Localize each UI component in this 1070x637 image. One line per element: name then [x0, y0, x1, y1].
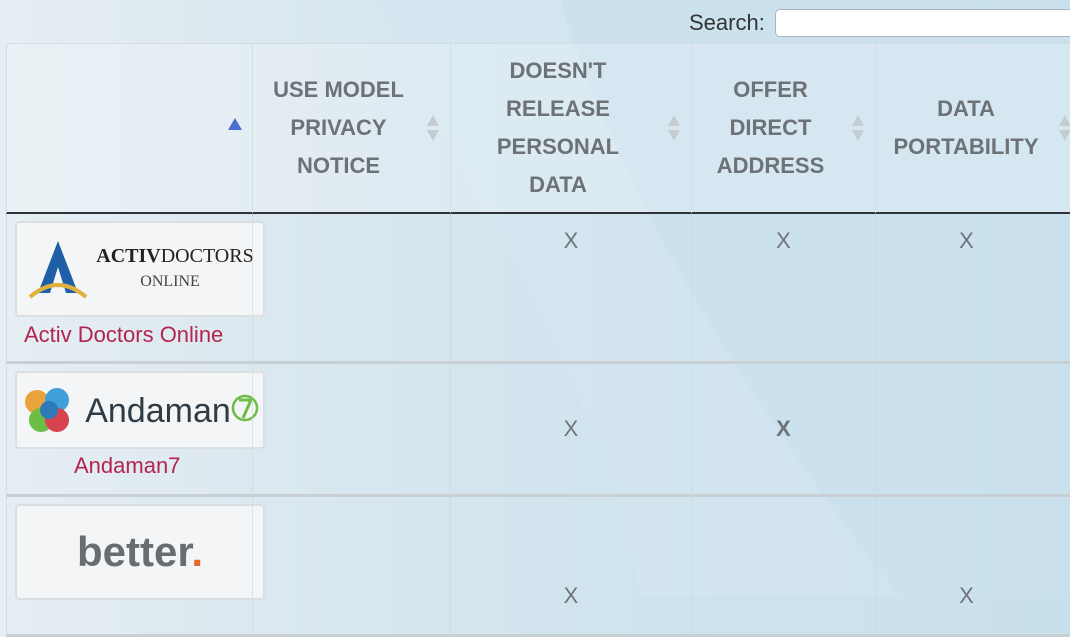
app-logo[interactable]: ACTIVDOCTORS ONLINE — [15, 221, 265, 317]
x-mark: X — [563, 228, 579, 253]
app-logo[interactable]: better. — [15, 504, 265, 600]
cell-model-privacy-notice — [252, 214, 450, 364]
search-area: Search: — [689, 6, 1070, 40]
column-header-label: OFFER DIRECT ADDRESS — [716, 77, 825, 178]
app-cell: better. — [6, 497, 265, 637]
column-header-direct-address[interactable]: OFFER DIRECT ADDRESS — [691, 43, 875, 214]
x-mark: X — [776, 228, 791, 253]
cell-model-privacy-notice — [252, 364, 450, 497]
cell-direct-address — [691, 497, 875, 637]
table-row: better. X X — [6, 497, 1070, 637]
app-link[interactable]: Activ Doctors Online — [24, 322, 223, 347]
andaman7-logo-icon — [25, 388, 70, 432]
column-header-model-privacy-notice[interactable]: USE MODEL PRIVACY NOTICE — [252, 43, 450, 214]
activdoctors-wordmark: ACTIVDOCTORS ONLINE — [96, 245, 254, 290]
app-cell: Andaman Andaman7 — [6, 364, 265, 497]
header-row: USE MODEL PRIVACY NOTICE DOESN'T RELEASE… — [6, 43, 1070, 214]
cell-model-privacy-notice — [252, 497, 450, 637]
cell-data-portability: X — [875, 497, 1070, 637]
sort-icon — [427, 115, 439, 141]
cell-no-release-personal-data: X — [450, 214, 691, 364]
column-header-data-portability[interactable]: DATA PORTABILITY — [875, 43, 1070, 214]
cell-direct-address: X — [691, 364, 875, 497]
app-logo[interactable]: Andaman — [15, 371, 265, 449]
sort-icon — [668, 115, 680, 141]
cell-data-portability: X — [875, 214, 1070, 364]
table-row: ACTIVDOCTORS ONLINE Activ Doctors Online… — [6, 214, 1070, 364]
andaman7-wordmark: Andaman — [85, 390, 259, 431]
column-header-label: DOESN'T RELEASE PERSONAL DATA — [496, 58, 620, 197]
column-header-app[interactable] — [6, 43, 252, 214]
x-mark: X — [959, 228, 974, 253]
search-input[interactable] — [774, 9, 1070, 37]
app-cell: ACTIVDOCTORS ONLINE Activ Doctors Online — [6, 214, 265, 364]
search-label: Search: — [689, 10, 765, 35]
x-mark: X — [563, 416, 579, 441]
column-header-label: USE MODEL PRIVACY NOTICE — [273, 77, 404, 178]
better-wordmark: better. — [76, 528, 204, 575]
x-mark: X — [959, 583, 974, 608]
sort-ascending-icon — [228, 118, 242, 130]
cell-no-release-personal-data: X — [450, 364, 691, 497]
activdoctors-logo-icon — [28, 241, 88, 299]
x-mark: X — [776, 416, 791, 441]
sort-icon — [1059, 115, 1070, 141]
cell-direct-address: X — [691, 214, 875, 364]
column-header-label: DATA PORTABILITY — [893, 96, 1039, 159]
app-link[interactable]: Andaman7 — [74, 453, 180, 478]
comparison-table: USE MODEL PRIVACY NOTICE DOESN'T RELEASE… — [6, 43, 1070, 637]
cell-no-release-personal-data: X — [450, 497, 691, 637]
x-mark: X — [563, 583, 579, 608]
column-header-no-release-personal-data[interactable]: DOESN'T RELEASE PERSONAL DATA — [450, 43, 691, 214]
table-row: Andaman Andaman7 X X — [6, 364, 1070, 497]
cell-data-portability — [875, 364, 1070, 497]
sort-icon — [852, 115, 864, 141]
